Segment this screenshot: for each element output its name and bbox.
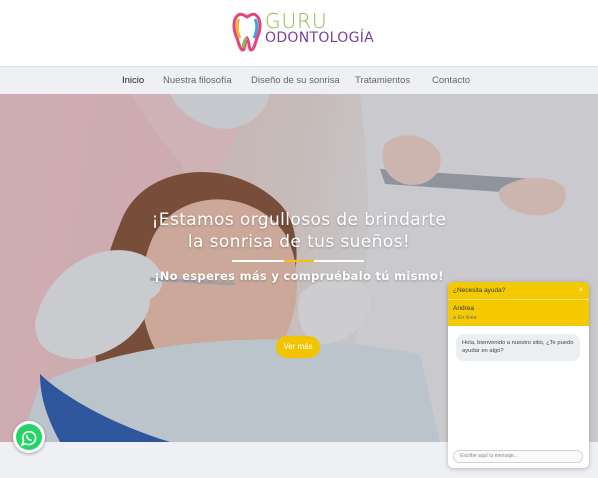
nav-item-diseno-sonrisa[interactable]: Diseño de su sonrisa (251, 75, 340, 86)
chat-message-bubble: Hola, bienvenido a nuestro sitio, ¿Te pu… (456, 334, 580, 361)
whatsapp-button[interactable] (13, 421, 45, 453)
hero-subtitle: ¡No esperes más y compruébalo tú mismo! (154, 269, 444, 283)
main-nav: Inicio Nuestra filosofía Diseño de su so… (0, 66, 598, 94)
chat-message-input[interactable]: Escribe aquí tu mensaje... (453, 450, 583, 463)
hero-title-line-2: la sonrisa de tus sueños! (187, 232, 411, 252)
hero-divider-left (232, 260, 284, 262)
nav-item-tratamientos[interactable]: Tratamientos (355, 75, 410, 86)
nav-item-inicio[interactable]: Inicio (122, 75, 144, 86)
whatsapp-icon (16, 424, 42, 450)
site-logo[interactable]: GURU ODONTOLOGÍA (231, 8, 375, 54)
chat-agent-status: En línea (453, 315, 476, 321)
site-header: GURU ODONTOLOGÍA (0, 0, 598, 66)
nav-item-contacto[interactable]: Contacto (432, 75, 470, 86)
chat-widget: ¿Necesita ayuda? × Andrea En línea Hola,… (448, 282, 589, 468)
ver-mas-button[interactable]: Ver más (276, 336, 320, 358)
nav-item-filosofia[interactable]: Nuestra filosofía (163, 75, 232, 86)
hero-divider-right (314, 260, 364, 262)
chat-header-divider (448, 299, 589, 300)
tooth-logo-icon (232, 12, 262, 52)
hero-divider-center (284, 260, 314, 262)
chat-header: ¿Necesita ayuda? × Andrea En línea (448, 282, 589, 326)
status-dot-icon (453, 316, 456, 320)
close-icon[interactable]: × (578, 285, 583, 294)
chat-header-question: ¿Necesita ayuda? (453, 287, 506, 294)
hero-title-line-1: ¡Estamos orgullosos de brindarte (151, 210, 447, 230)
chat-agent-status-label: En línea (458, 315, 477, 321)
logo-subtitle: ODONTOLOGÍA (265, 30, 375, 46)
chat-agent-name: Andrea (453, 305, 474, 312)
